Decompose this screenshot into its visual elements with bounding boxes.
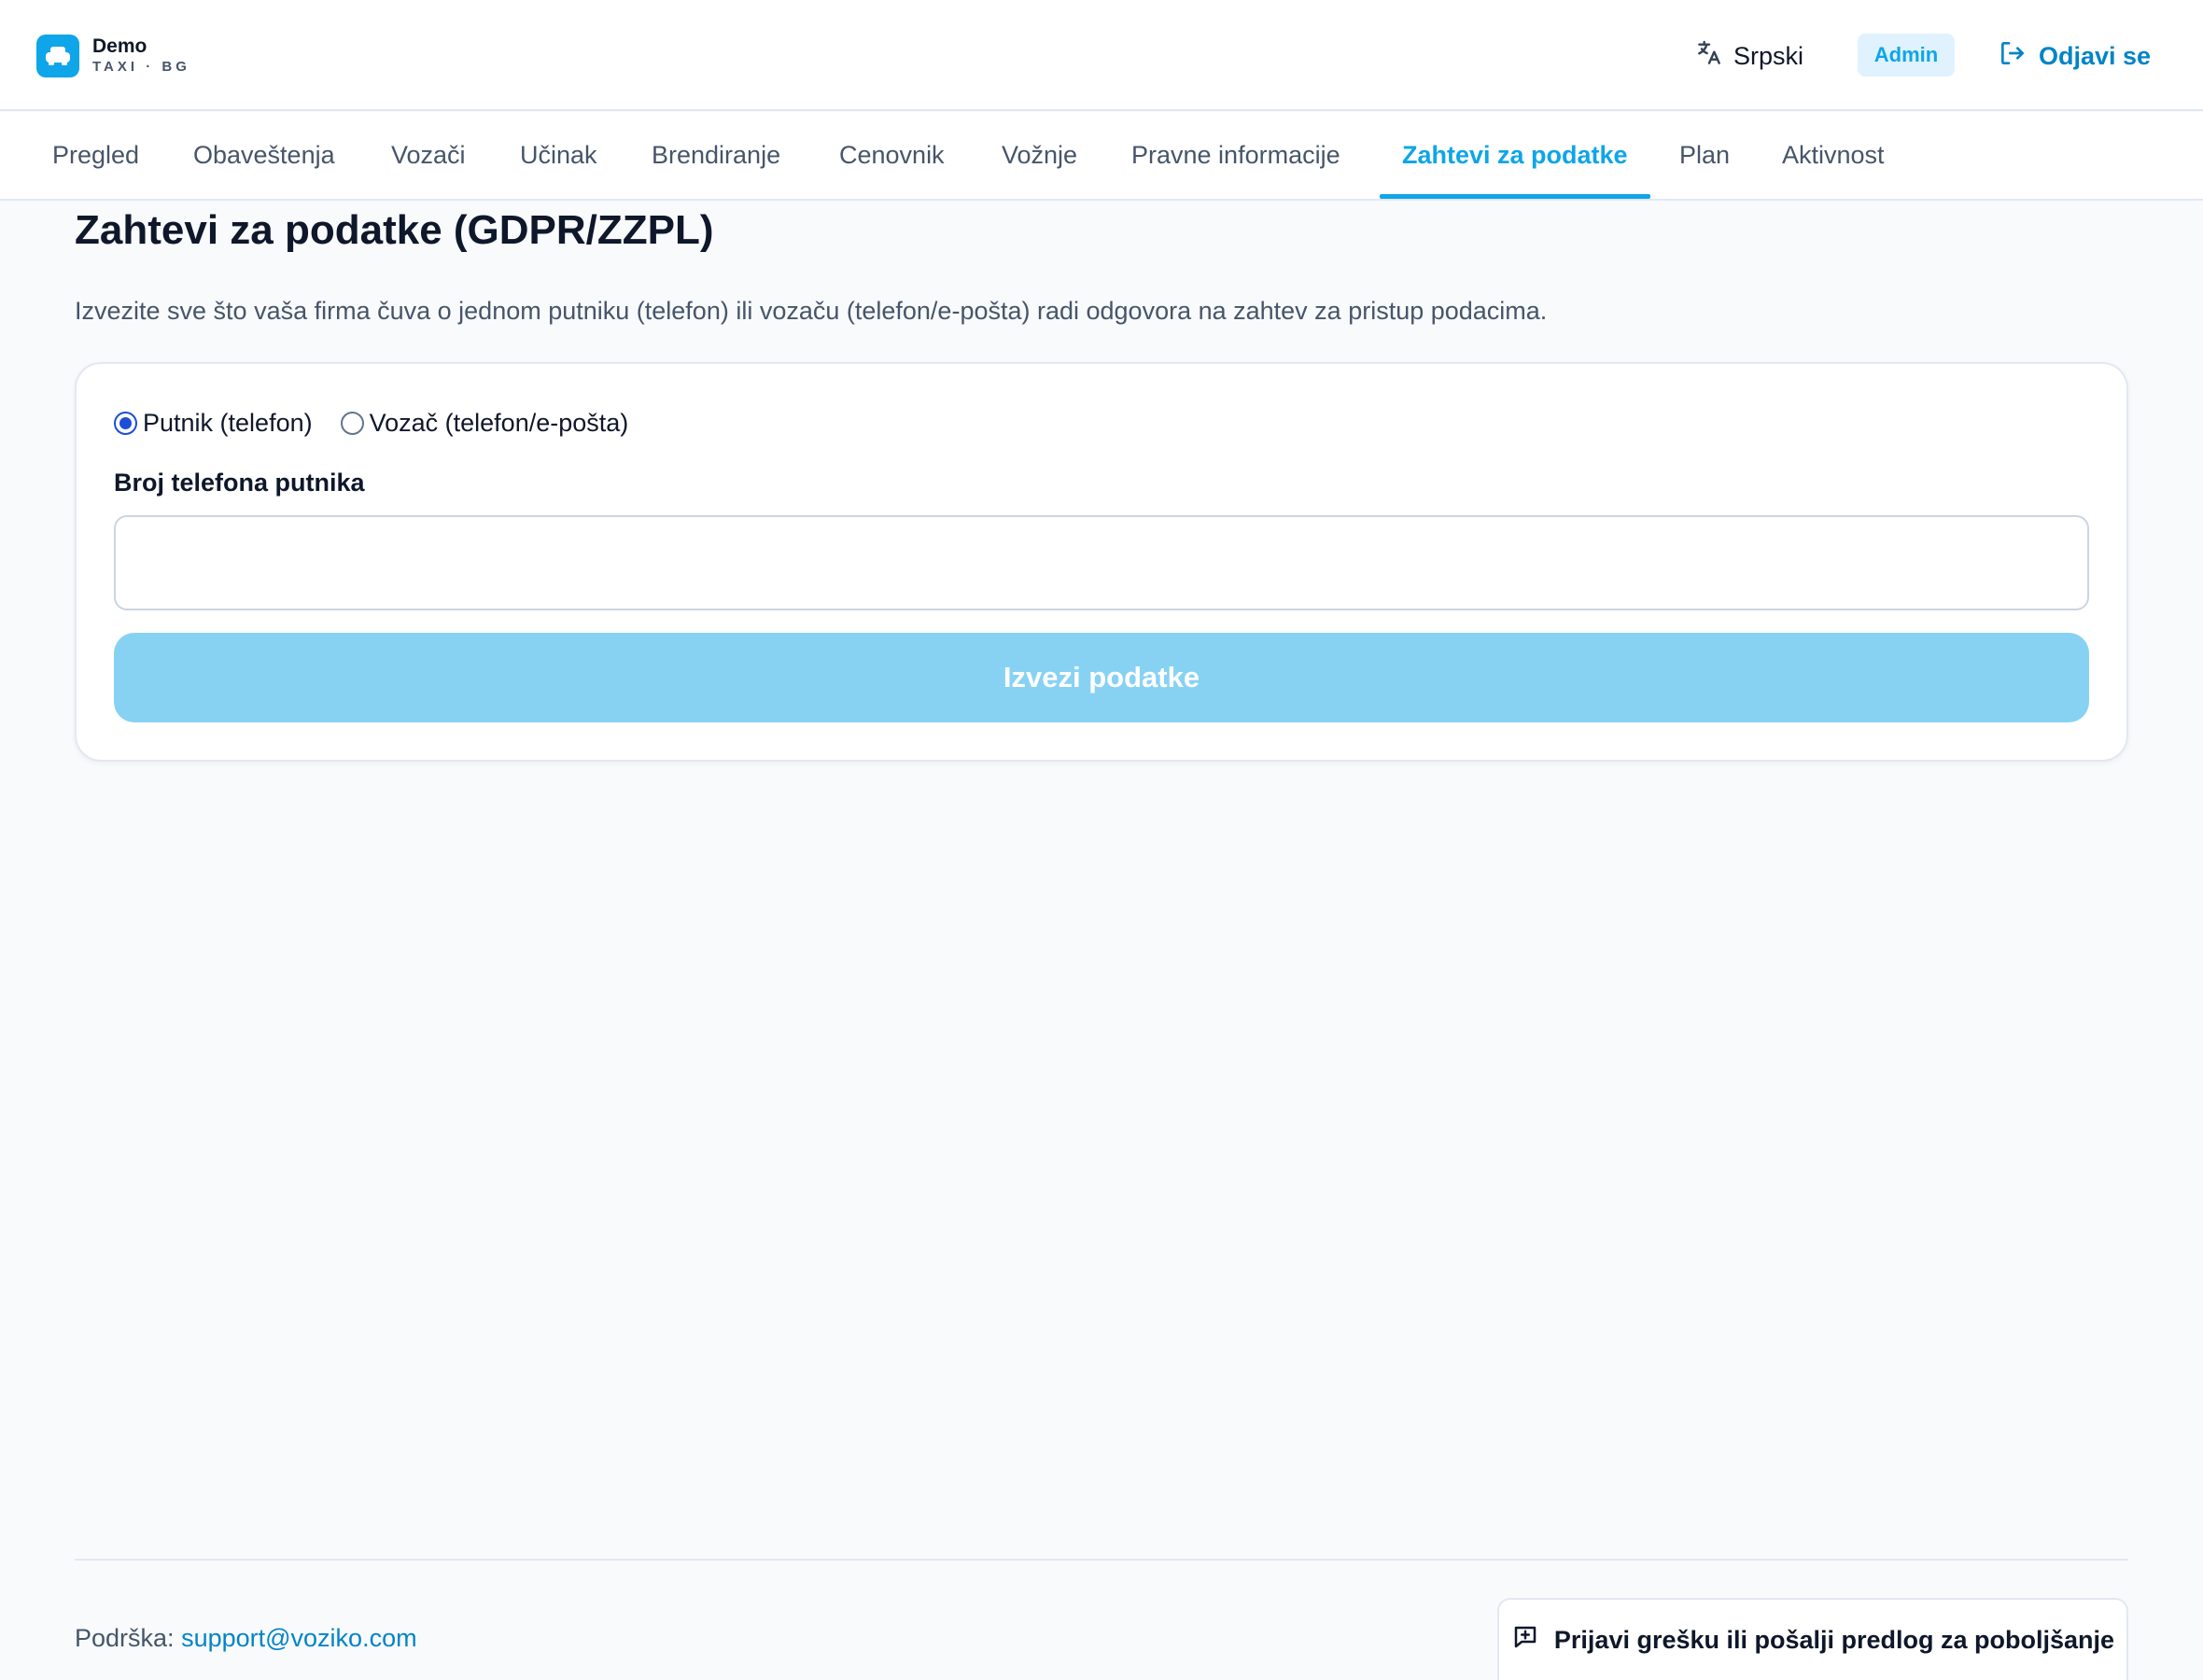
radio-option-vozac[interactable]: Vozač (telefon/e-pošta)	[340, 408, 629, 438]
tab-pregled[interactable]: Pregled	[52, 112, 139, 199]
tab-voznje[interactable]: Vožnje	[1002, 112, 1077, 199]
support-prefix: Podrška:	[75, 1624, 175, 1652]
brand-name: Demo	[92, 35, 147, 57]
tab-bar: Pregled Obaveštenja Vozači Učinak Brendi…	[0, 112, 2203, 201]
radio-option-putnik[interactable]: Putnik (telefon)	[114, 409, 313, 438]
logout-icon	[1998, 38, 2028, 75]
logout-button[interactable]: Odjavi se	[1998, 37, 2151, 75]
tab-cenovnik[interactable]: Cenovnik	[839, 112, 945, 199]
tab-vozaci[interactable]: Vozači	[391, 112, 466, 199]
tab-brendiranje[interactable]: Brendiranje	[652, 112, 780, 199]
translate-icon	[1694, 38, 1724, 75]
radio-vozac-label: Vozač (telefon/e-pošta)	[369, 408, 629, 437]
feedback-label: Prijavi grešku ili pošalji predlog za po…	[1553, 1625, 2115, 1654]
feedback-button[interactable]: Prijavi grešku ili pošalji predlog za po…	[1497, 1598, 2128, 1680]
page-title: Zahtevi za podatke (GDPR/ZZPL)	[75, 207, 714, 253]
radio-putnik[interactable]	[114, 411, 137, 435]
logout-label: Odjavi se	[2039, 41, 2152, 70]
active-tab-indicator	[1380, 194, 1650, 199]
tab-pravne-informacije[interactable]: Pravne informacije	[1131, 112, 1340, 199]
phone-input[interactable]	[114, 515, 2089, 610]
tab-aktivnost[interactable]: Aktivnost	[1782, 112, 1885, 199]
role-badge: Admin	[1858, 34, 1955, 77]
subject-type-radio-group: Putnik (telefon) Vozač (telefon/e-pošta)	[114, 406, 656, 440]
top-header: Demo TAXI · BG Srpski Admin Odjavi se	[0, 0, 2203, 111]
language-label: Srpski	[1733, 41, 1804, 70]
car-icon	[36, 35, 79, 77]
radio-vozac[interactable]	[340, 411, 364, 435]
export-form-card: Putnik (telefon) Vozač (telefon/e-pošta)…	[75, 362, 2128, 762]
tab-ucinak[interactable]: Učinak	[520, 112, 597, 199]
language-switcher[interactable]: Srpski	[1694, 37, 1803, 75]
page-description: Izvezite sve što vaša firma čuva o jedno…	[75, 297, 1548, 325]
export-data-button[interactable]: Izvezi podatke	[114, 633, 2089, 722]
phone-field-label: Broj telefona putnika	[114, 469, 365, 497]
support-email-link[interactable]: support@voziko.com	[181, 1624, 417, 1652]
support-info: Podrška: support@voziko.com	[75, 1624, 417, 1653]
radio-putnik-label: Putnik (telefon)	[143, 408, 313, 437]
footer-divider	[75, 1559, 2128, 1561]
brand-subtitle: TAXI · BG	[92, 59, 190, 75]
tab-plan[interactable]: Plan	[1679, 112, 1730, 199]
tab-zahtevi-za-podatke[interactable]: Zahtevi za podatke	[1402, 112, 1628, 199]
tab-obavestenja[interactable]: Obaveštenja	[193, 112, 335, 199]
message-plus-icon	[1511, 1623, 1539, 1658]
